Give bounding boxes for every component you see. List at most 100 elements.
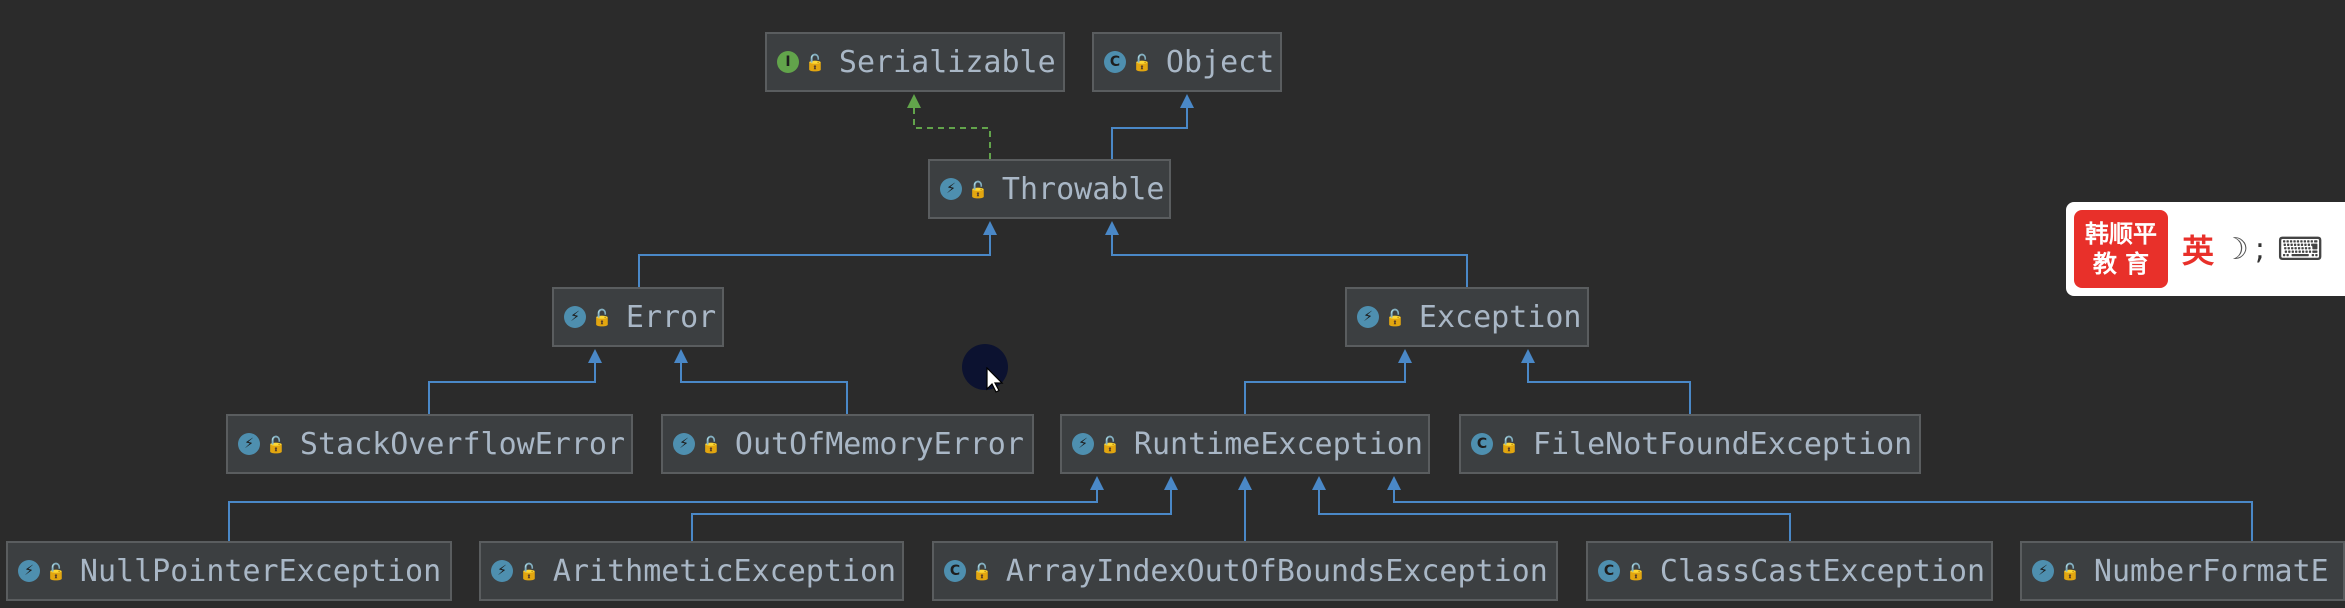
public-access-icon: 🔓 (1385, 307, 1405, 327)
edge-line (1111, 106, 1188, 159)
class-node-arrayindexoutofboundsexception[interactable]: C 🔓 ArrayIndexOutOfBoundsException (932, 541, 1558, 601)
throwable-kind-icon: ⚡ (18, 560, 40, 582)
throwable-kind-icon: ⚡ (564, 306, 586, 328)
public-access-icon: 🔓 (972, 561, 992, 581)
edge-runtimeexception-to-exception (1244, 349, 1412, 414)
class-node-label: NumberFormatE (2093, 553, 2329, 589)
edge-line (228, 488, 1098, 541)
edge-throwable-to-object (1111, 94, 1194, 159)
class-node-label: ArrayIndexOutOfBoundsException (1005, 553, 1548, 589)
edge-line (1111, 233, 1468, 287)
edge-numberformatexception-to-runtimeexception (1387, 476, 2253, 541)
edge-line (638, 233, 991, 287)
class-node-label: Object (1165, 44, 1275, 80)
throwable-kind-icon: ⚡ (238, 433, 260, 455)
edge-arrowhead (1312, 476, 1326, 490)
edge-arrowhead (1164, 476, 1178, 490)
edge-arrowhead (1521, 349, 1535, 363)
class-node-label: Serializable (838, 44, 1056, 80)
public-access-icon: 🔓 (1132, 52, 1152, 72)
public-access-icon: 🔓 (266, 434, 286, 454)
public-access-icon: 🔓 (1100, 434, 1120, 454)
ime-punctuation-indicator[interactable]: ; (2255, 232, 2265, 267)
interface-kind-icon: I (777, 51, 799, 73)
edge-arrowhead (588, 349, 602, 363)
edge-arrowhead (1090, 476, 1104, 490)
class-node-runtimeexception[interactable]: ⚡ 🔓 RuntimeException (1060, 414, 1430, 474)
class-node-nullpointerexception[interactable]: ⚡ 🔓 NullPointerException (6, 541, 452, 601)
public-access-icon: 🔓 (2060, 561, 2080, 581)
class-node-label: OutOfMemoryError (734, 426, 1024, 462)
class-node-label: ClassCastException (1659, 553, 1986, 589)
throwable-kind-icon: ⚡ (2032, 560, 2054, 582)
edge-line (691, 488, 1172, 541)
class-node-label: FileNotFoundException (1532, 426, 1913, 462)
edge-stackoverflowerror-to-error (428, 349, 602, 414)
class-node-label: Error (625, 299, 717, 335)
edge-classcastexception-to-runtimeexception (1312, 476, 1791, 541)
edge-filenotfoundexception-to-exception (1521, 349, 1691, 414)
edge-arrayindexoutofboundsexception-to-runtimeexception (1238, 476, 1252, 541)
class-node-exception[interactable]: ⚡ 🔓 Exception (1345, 287, 1589, 347)
uml-diagram-canvas: I 🔓 Serializable C 🔓 Object ⚡ 🔓 Throwable ⚡ 🔓 Error… (0, 0, 2345, 608)
moon-icon: ☽ (2222, 231, 2249, 267)
edge-throwable-to-serializable (907, 94, 991, 159)
edge-arrowhead (983, 221, 997, 235)
watermark-overlay: 韩顺平 教 育 英 ☽ ; ⌨ (2066, 202, 2345, 296)
class-node-label: RuntimeException (1133, 426, 1423, 462)
edge-arrowhead (1180, 94, 1194, 108)
class-kind-icon: C (1598, 560, 1620, 582)
throwable-kind-icon: ⚡ (1072, 433, 1094, 455)
class-node-label: Exception (1418, 299, 1582, 335)
throwable-kind-icon: ⚡ (940, 178, 962, 200)
watermark-logo-line2: 教 育 (2092, 250, 2150, 278)
edge-line (1393, 488, 2253, 541)
keyboard-icon[interactable]: ⌨ (2277, 230, 2323, 268)
edge-arithmeticexception-to-runtimeexception (691, 476, 1178, 541)
public-access-icon: 🔓 (968, 179, 988, 199)
class-node-label: StackOverflowError (299, 426, 626, 462)
mouse-cursor-icon (986, 367, 1004, 393)
edge-arrowhead (1387, 476, 1401, 490)
edge-line (428, 361, 596, 414)
class-node-numberformatexception[interactable]: ⚡ 🔓 NumberFormatE (2020, 541, 2345, 601)
class-node-serializable[interactable]: I 🔓 Serializable (765, 32, 1065, 92)
watermark-logo: 韩顺平 教 育 (2074, 210, 2168, 288)
public-access-icon: 🔓 (592, 307, 612, 327)
edge-outofmemoryerror-to-error (674, 349, 848, 414)
edge-arrowhead (1238, 476, 1252, 490)
class-node-stackoverflowerror[interactable]: ⚡ 🔓 StackOverflowError (226, 414, 633, 474)
edge-exception-to-throwable (1105, 221, 1468, 287)
throwable-kind-icon: ⚡ (491, 560, 513, 582)
class-node-filenotfoundexception[interactable]: C 🔓 FileNotFoundException (1459, 414, 1921, 474)
class-kind-icon: C (1104, 51, 1126, 73)
class-node-object[interactable]: C 🔓 Object (1092, 32, 1282, 92)
edge-line (680, 361, 848, 414)
class-node-label: NullPointerException (79, 553, 442, 589)
class-node-label: ArithmeticException (552, 553, 897, 589)
edge-nullpointerexception-to-runtimeexception (228, 476, 1104, 541)
class-node-arithmeticexception[interactable]: ⚡ 🔓 ArithmeticException (479, 541, 904, 601)
public-access-icon: 🔓 (1626, 561, 1646, 581)
edge-line (1318, 488, 1791, 541)
class-node-classcastexception[interactable]: C 🔓 ClassCastException (1586, 541, 1993, 601)
class-node-outofmemoryerror[interactable]: ⚡ 🔓 OutOfMemoryError (661, 414, 1034, 474)
public-access-icon: 🔓 (519, 561, 539, 581)
edge-arrowhead (674, 349, 688, 363)
class-node-label: Throwable (1001, 171, 1165, 207)
class-kind-icon: C (1471, 433, 1493, 455)
edge-line (1527, 361, 1691, 414)
edge-line (1244, 361, 1406, 414)
edge-arrowhead (1105, 221, 1119, 235)
public-access-icon: 🔓 (1499, 434, 1519, 454)
edge-line (913, 106, 991, 159)
watermark-logo-line1: 韩顺平 (2085, 220, 2157, 248)
class-node-throwable[interactable]: ⚡ 🔓 Throwable (928, 159, 1171, 219)
public-access-icon: 🔓 (46, 561, 66, 581)
edge-error-to-throwable (638, 221, 997, 287)
ime-language-indicator[interactable]: 英 (2182, 226, 2214, 272)
class-kind-icon: C (944, 560, 966, 582)
public-access-icon: 🔓 (701, 434, 721, 454)
class-node-error[interactable]: ⚡ 🔓 Error (552, 287, 724, 347)
public-access-icon: 🔓 (805, 52, 825, 72)
